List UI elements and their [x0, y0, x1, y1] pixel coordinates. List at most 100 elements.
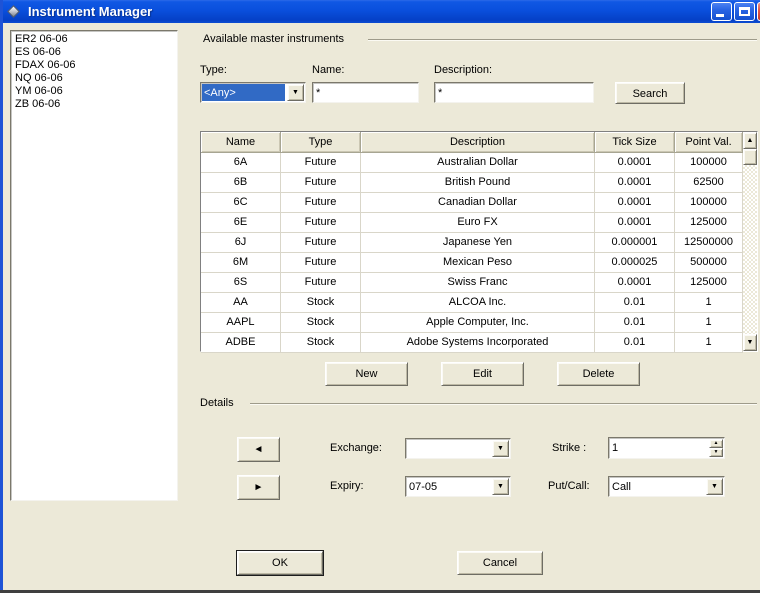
table-scrollbar[interactable]: ▲ ▼: [743, 132, 757, 351]
column-header-name[interactable]: Name: [201, 132, 281, 153]
prev-instrument-button[interactable]: ◄: [237, 437, 280, 462]
table-cell: British Pound: [361, 173, 595, 193]
table-cell: 1: [675, 313, 743, 333]
ok-button[interactable]: OK: [237, 551, 323, 575]
chevron-down-icon[interactable]: ▼: [287, 84, 304, 101]
putcall-label: Put/Call:: [548, 480, 590, 492]
next-instrument-button[interactable]: ►: [237, 475, 280, 500]
table-cell: 6M: [201, 253, 281, 273]
list-item[interactable]: YM 06-06: [15, 85, 173, 98]
table-cell: 0.0001: [595, 153, 675, 173]
table-cell: 0.0001: [595, 193, 675, 213]
name-filter-input[interactable]: [312, 82, 419, 103]
list-item[interactable]: ER2 06-06: [15, 33, 173, 46]
scroll-down-icon[interactable]: ▼: [743, 334, 757, 351]
table-cell: AA: [201, 293, 281, 313]
exchange-label: Exchange:: [330, 442, 382, 454]
title-bar[interactable]: Instrument Manager: [0, 0, 760, 23]
search-button[interactable]: Search: [615, 82, 685, 104]
strike-value: 1: [612, 442, 619, 454]
edit-button[interactable]: Edit: [441, 362, 524, 386]
table-row[interactable]: 6S Future Swiss Franc 0.0001 125000: [201, 273, 743, 293]
table-row[interactable]: ADBE Stock Adobe Systems Incorporated 0.01 1: [201, 333, 743, 353]
putcall-dropdown[interactable]: Call ▼: [608, 476, 725, 497]
table-cell: Future: [281, 173, 361, 193]
minimize-icon: [716, 14, 724, 17]
table-cell: Adobe Systems Incorporated: [361, 333, 595, 353]
details-label: Details: [200, 397, 234, 409]
putcall-value: Call: [612, 481, 631, 493]
instrument-manager-window: Instrument Manager ER2 06-06 ES 06-06 FDAX…: [0, 0, 760, 593]
description-label: Description:: [434, 64, 493, 76]
list-item[interactable]: FDAX 06-06: [15, 59, 173, 72]
table-cell: 125000: [675, 273, 743, 293]
cancel-button[interactable]: Cancel: [457, 551, 543, 575]
table-row[interactable]: 6B Future British Pound 0.0001 62500: [201, 173, 743, 193]
column-header-point-val[interactable]: Point Val.: [675, 132, 743, 153]
table-header-row: Name Type Description Tick Size Point Val.: [201, 132, 743, 153]
window-border-left: [0, 0, 3, 590]
scrollbar-track[interactable]: [743, 165, 757, 334]
instrument-listbox[interactable]: ER2 06-06 ES 06-06 FDAX 06-06 NQ 06-06 YM 06…: [10, 30, 178, 501]
table-cell: 100000: [675, 193, 743, 213]
strike-label: Strike :: [552, 442, 587, 454]
chevron-down-icon[interactable]: ▼: [706, 478, 723, 495]
table-body: 6A Future Australian Dollar 0.0001 100000 6B F…: [201, 153, 743, 353]
table-cell: AAPL: [201, 313, 281, 333]
expiry-dropdown[interactable]: 07-05 ▼: [405, 476, 511, 497]
table-cell: 0.0001: [595, 273, 675, 293]
list-item[interactable]: ES 06-06: [15, 46, 173, 59]
table-row[interactable]: 6J Future Japanese Yen 0.000001 12500000: [201, 233, 743, 253]
table-cell: 0.000001: [595, 233, 675, 253]
list-item[interactable]: ZB 06-06: [15, 98, 173, 111]
details-divider: [250, 403, 757, 405]
chevron-down-icon[interactable]: ▼: [492, 440, 509, 457]
table-row[interactable]: 6E Future Euro FX 0.0001 125000: [201, 213, 743, 233]
table-cell: 1: [675, 333, 743, 353]
table-cell: 6E: [201, 213, 281, 233]
list-item[interactable]: NQ 06-06: [15, 72, 173, 85]
table-cell: 62500: [675, 173, 743, 193]
table-cell: Japanese Yen: [361, 233, 595, 253]
table-cell: Swiss Franc: [361, 273, 595, 293]
table-cell: Future: [281, 193, 361, 213]
table-cell: 6S: [201, 273, 281, 293]
instrument-table: Name Type Description Tick Size Point Val. 6…: [200, 131, 758, 353]
new-button[interactable]: New: [325, 362, 408, 386]
delete-button[interactable]: Delete: [557, 362, 640, 386]
table-row[interactable]: AA Stock ALCOA Inc. 0.01 1: [201, 293, 743, 313]
column-header-type[interactable]: Type: [281, 132, 361, 153]
chevron-down-icon[interactable]: ▼: [492, 478, 509, 495]
table-cell: Stock: [281, 333, 361, 353]
type-filter-dropdown[interactable]: <Any> ▼: [200, 82, 306, 103]
exchange-dropdown[interactable]: ▼: [405, 438, 511, 459]
column-header-description[interactable]: Description: [361, 132, 595, 153]
column-header-tick-size[interactable]: Tick Size: [595, 132, 675, 153]
table-cell: Future: [281, 153, 361, 173]
strike-stepper[interactable]: 1 ▲ ▼: [608, 437, 725, 459]
table-row[interactable]: 6M Future Mexican Peso 0.000025 500000: [201, 253, 743, 273]
table-cell: 1: [675, 293, 743, 313]
description-filter-input[interactable]: [434, 82, 594, 103]
table-row[interactable]: AAPL Stock Apple Computer, Inc. 0.01 1: [201, 313, 743, 333]
table-cell: Apple Computer, Inc.: [361, 313, 595, 333]
scrollbar-thumb[interactable]: [743, 149, 757, 165]
table-row[interactable]: 6A Future Australian Dollar 0.0001 100000: [201, 153, 743, 173]
table-cell: ALCOA Inc.: [361, 293, 595, 313]
table-cell: Future: [281, 253, 361, 273]
type-filter-value: <Any>: [202, 84, 285, 101]
table-cell: Euro FX: [361, 213, 595, 233]
maximize-button[interactable]: [734, 2, 755, 21]
minimize-button[interactable]: [711, 2, 732, 21]
scroll-up-icon[interactable]: ▲: [743, 132, 757, 149]
table-row[interactable]: 6C Future Canadian Dollar 0.0001 100000: [201, 193, 743, 213]
table-cell: 6B: [201, 173, 281, 193]
spin-down-icon[interactable]: ▼: [709, 448, 723, 457]
table-cell: 0.01: [595, 293, 675, 313]
table-cell: Stock: [281, 293, 361, 313]
group-divider: [368, 39, 757, 41]
table-cell: 0.01: [595, 333, 675, 353]
available-instruments-label: Available master instruments: [203, 33, 345, 45]
spin-up-icon[interactable]: ▲: [709, 439, 723, 448]
table-cell: 6J: [201, 233, 281, 253]
